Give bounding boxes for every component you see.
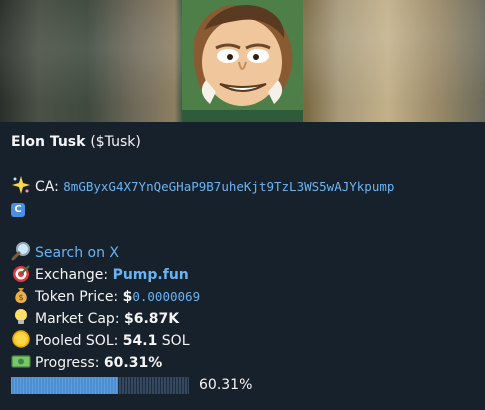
sparkle-icon xyxy=(12,176,30,194)
price-value[interactable]: 0.0000069 xyxy=(132,289,200,304)
exchange-label: Exchange: xyxy=(35,267,109,283)
price-label: Token Price: xyxy=(35,289,119,305)
search-on-x-link[interactable]: Search on X xyxy=(35,245,119,261)
pooled-sol-value: 54.1 xyxy=(122,333,158,349)
exchange-link[interactable]: Pump.fun xyxy=(113,267,189,283)
light-bulb-icon xyxy=(15,309,27,324)
magnifier-icon xyxy=(11,242,30,261)
token-title: Elon Tusk ($Tusk) xyxy=(11,131,477,153)
market-cap-value: $6.87K xyxy=(124,311,180,327)
target-icon xyxy=(13,265,30,282)
coin-icon xyxy=(12,330,30,348)
banknote-icon xyxy=(11,355,31,368)
copy-row: C xyxy=(11,197,477,217)
copy-ca-button[interactable]: C xyxy=(11,203,25,217)
market-cap-label: Market Cap: xyxy=(35,311,120,327)
contract-address[interactable]: 8mGByxG4X7YnQeGHaP9B7uheKjt9TzL3WS5wAJYk… xyxy=(63,179,394,194)
token-avatar-art xyxy=(182,0,303,122)
search-row: Search on X xyxy=(11,241,477,263)
progress-percent-text: 60.31% xyxy=(199,377,253,393)
bonding-progress: 60.31% xyxy=(11,374,477,396)
token-banner-image xyxy=(0,0,485,122)
progress-bar xyxy=(11,376,189,394)
market-cap-row: Market Cap: $6.87K xyxy=(11,307,477,329)
ca-label: CA: xyxy=(35,179,59,195)
contract-address-row: CA: 8mGByxG4X7YnQeGHaP9B7uheKjt9TzL3WS5w… xyxy=(11,175,477,197)
progress-row: Progress: 60.31% xyxy=(11,351,477,373)
money-bag-icon: $ xyxy=(15,288,27,303)
exchange-row: Exchange: Pump.fun xyxy=(11,263,477,285)
token-name: Elon Tusk xyxy=(11,134,86,150)
pooled-sol-label: Pooled SOL: xyxy=(35,333,119,349)
pooled-sol-row: Pooled SOL: 54.1 SOL xyxy=(11,329,477,351)
progress-bar-fill xyxy=(11,376,119,394)
pooled-sol-unit: SOL xyxy=(161,333,190,349)
price-row: $ Token Price: $0.0000069 xyxy=(11,285,477,307)
token-info-message: Elon Tusk ($Tusk) CA: 8mGByxG4X7YnQeGHaP… xyxy=(11,131,477,396)
progress-label: Progress: xyxy=(35,355,100,371)
svg-text:$: $ xyxy=(18,293,23,302)
token-ticker: ($Tusk) xyxy=(90,134,141,150)
progress-value: 60.31% xyxy=(103,355,163,371)
price-prefix: $ xyxy=(122,289,133,305)
